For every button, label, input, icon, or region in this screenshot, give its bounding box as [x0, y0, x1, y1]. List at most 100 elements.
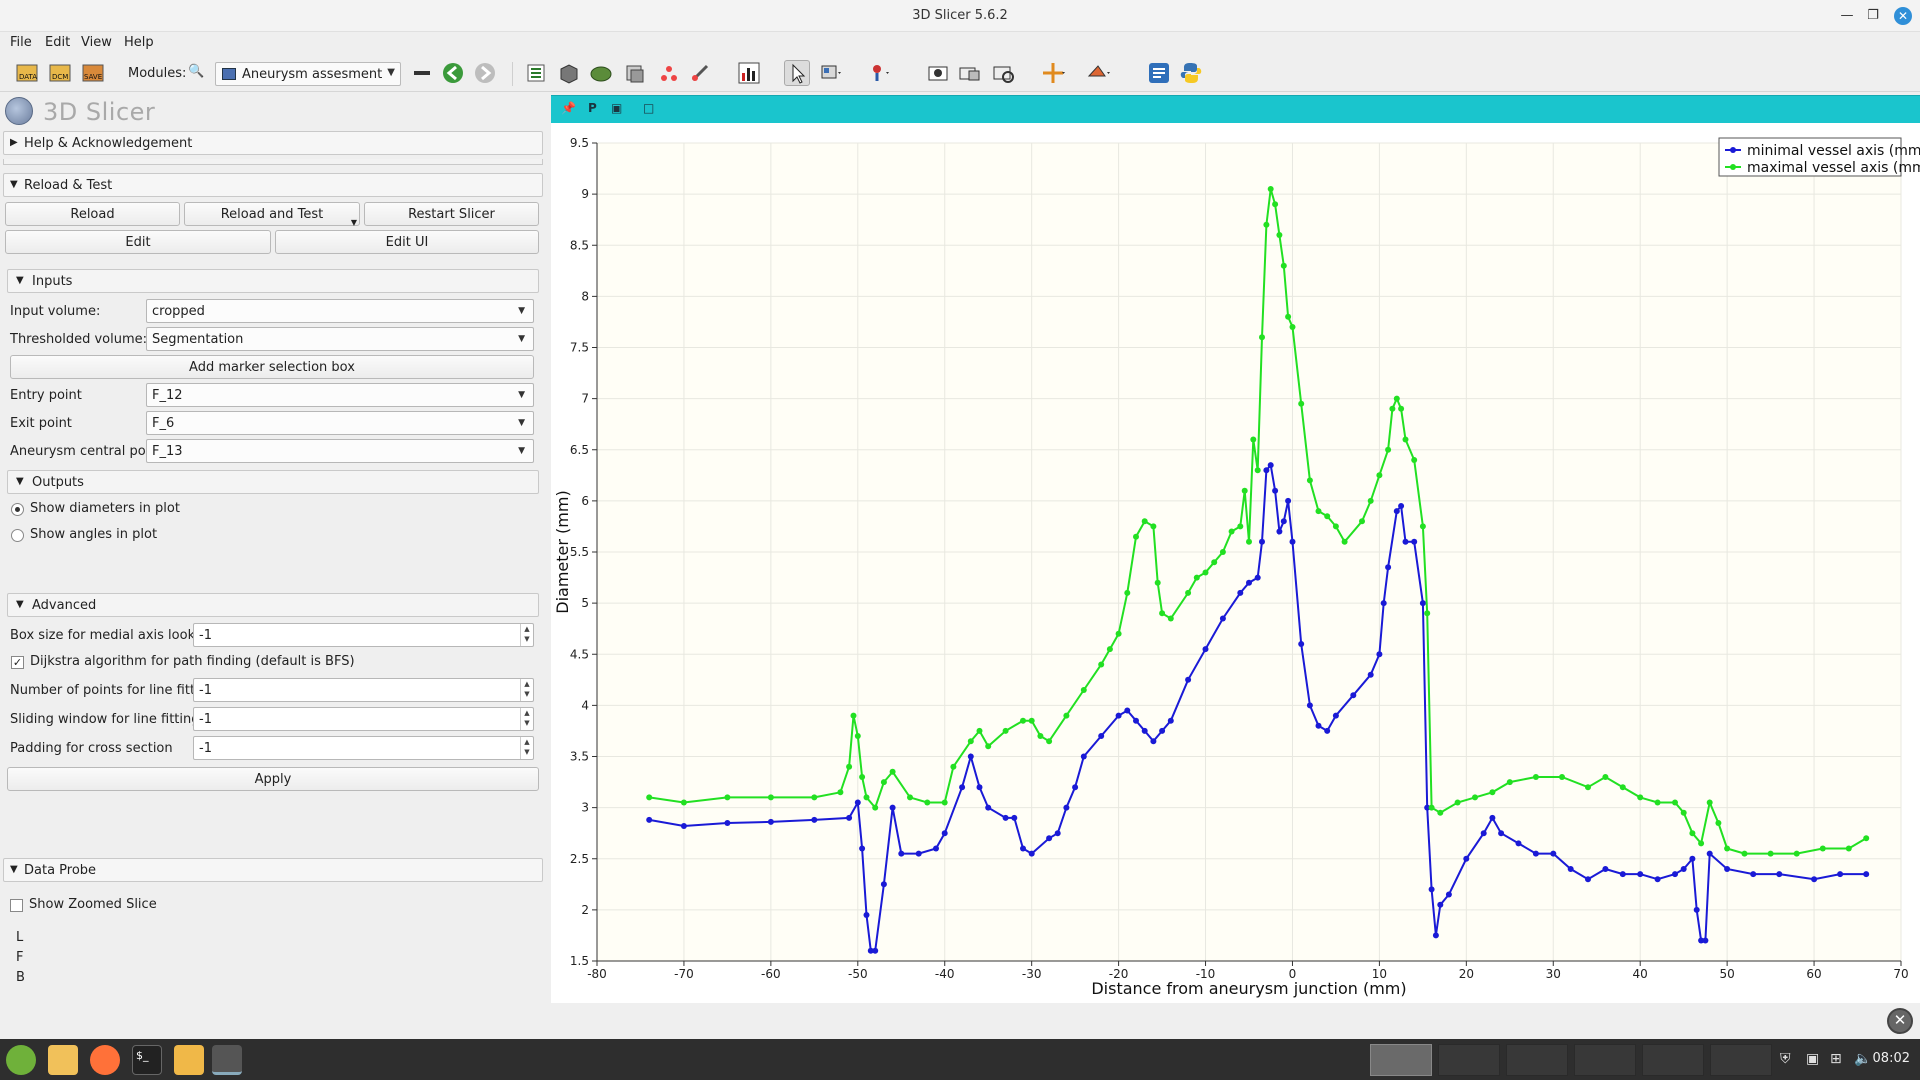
data-probe-header[interactable]: ▼ Data Probe — [3, 858, 543, 882]
extensions-icon[interactable] — [991, 60, 1017, 86]
taskbar-window-2[interactable] — [1438, 1044, 1500, 1076]
scene-view-icon[interactable] — [957, 60, 983, 86]
add-marker-button[interactable]: Add marker selection box — [10, 355, 534, 379]
thresholded-volume-select[interactable]: Segmentation ▼ — [146, 327, 534, 351]
back-icon[interactable] — [440, 60, 466, 86]
series-point-0 — [1550, 850, 1557, 857]
exit-point-select[interactable]: F_6 ▼ — [146, 411, 534, 435]
series-point-0 — [1398, 503, 1405, 509]
close-plot-icon[interactable]: ✕ — [1887, 1008, 1913, 1034]
volume-icon[interactable]: 🔈 — [1854, 1051, 1871, 1067]
series-point-0 — [1776, 871, 1783, 878]
crosshair-icon[interactable] — [1040, 60, 1066, 86]
models-icon[interactable] — [588, 60, 614, 86]
taskbar-window-3[interactable] — [1506, 1044, 1568, 1076]
file-manager-icon[interactable] — [48, 1045, 78, 1075]
padding-spinbox[interactable]: -1 ▲ ▼ — [193, 736, 534, 760]
spin-arrows-icon[interactable]: ▲ ▼ — [520, 737, 533, 759]
crosshair-place-icon[interactable] — [866, 60, 892, 86]
restart-slicer-button[interactable]: Restart Slicer — [364, 202, 539, 226]
x-tick-label: 30 — [1546, 967, 1561, 981]
folder-icon[interactable] — [174, 1045, 204, 1075]
y-tick-label: 2.5 — [570, 852, 589, 866]
series-point-1 — [1393, 395, 1400, 402]
taskbar-window-6[interactable] — [1710, 1044, 1772, 1076]
save-icon[interactable]: SAVE — [80, 60, 106, 86]
menu-view[interactable]: View — [81, 35, 112, 50]
python-console-icon[interactable] — [1178, 60, 1204, 86]
advanced-section-header[interactable]: ▼ Advanced — [7, 593, 539, 617]
reload-button[interactable]: Reload — [5, 202, 180, 226]
edit-ui-button[interactable]: Edit UI — [275, 230, 539, 254]
plot-icon[interactable] — [736, 60, 762, 86]
inputs-section-header[interactable]: ▼ Inputs — [7, 269, 539, 293]
show-diameters-radio[interactable] — [11, 503, 24, 516]
module-search-icon[interactable]: 🔍 — [188, 64, 204, 79]
help-section-header[interactable]: ▶ Help & Acknowledgement — [3, 131, 543, 155]
pin-icon[interactable]: 📌 — [561, 101, 576, 115]
x-tick-label: -30 — [1022, 967, 1042, 981]
reload-section-label: Reload & Test — [24, 178, 113, 193]
menu-file[interactable]: File — [10, 35, 32, 50]
forward-icon[interactable] — [472, 60, 498, 86]
x-tick-label: 60 — [1806, 967, 1821, 981]
segment-editor-icon[interactable] — [688, 60, 714, 86]
clock[interactable]: 08:02 — [1873, 1051, 1910, 1066]
menu-edit[interactable]: Edit — [45, 35, 70, 50]
module-selector[interactable]: Aneurysm assesment ▼ — [215, 62, 401, 86]
show-zoomed-slice-checkbox[interactable] — [10, 899, 23, 912]
plot-view-label: P — [588, 101, 597, 115]
minimize-icon[interactable]: — — [1838, 7, 1856, 25]
spin-arrows-icon[interactable]: ▲ ▼ — [520, 624, 533, 646]
terminal-icon[interactable]: $_ — [132, 1045, 162, 1075]
taskbar-window-slicer[interactable] — [1370, 1044, 1432, 1076]
series-point-1 — [1267, 186, 1274, 192]
show-angles-radio[interactable] — [11, 529, 24, 542]
y-tick-label: 1.5 — [570, 954, 589, 968]
edit-button[interactable]: Edit — [5, 230, 271, 254]
points-spinbox[interactable]: -1 ▲ ▼ — [193, 678, 534, 702]
screenshot-icon[interactable] — [925, 60, 951, 86]
transforms-icon[interactable] — [622, 60, 648, 86]
dijkstra-checkbox[interactable]: ✓ — [11, 656, 24, 669]
shield-icon[interactable]: ⛨ — [1780, 1051, 1791, 1067]
reload-and-test-button[interactable]: Reload and Test ▼ — [184, 202, 360, 227]
box-size-spinbox[interactable]: -1 ▲ ▼ — [193, 623, 534, 647]
markups-icon[interactable] — [656, 60, 682, 86]
menu-help[interactable]: Help — [124, 35, 154, 50]
input-volume-select[interactable]: cropped ▼ — [146, 299, 534, 323]
series-point-0 — [1054, 830, 1061, 837]
pointer-mode-icon[interactable] — [784, 60, 810, 86]
series-point-0 — [1654, 876, 1661, 883]
layout-icon[interactable] — [818, 60, 844, 86]
outputs-section-header[interactable]: ▼ Outputs — [7, 470, 539, 494]
settings-app-icon[interactable] — [212, 1045, 242, 1075]
legend-swatch-point — [1730, 147, 1736, 153]
extension-manager-icon[interactable] — [1146, 60, 1172, 86]
entry-point-select[interactable]: F_12 ▼ — [146, 383, 534, 407]
module-list-icon[interactable] — [410, 60, 436, 86]
series-point-0 — [1046, 835, 1053, 842]
taskbar-window-5[interactable] — [1642, 1044, 1704, 1076]
firefox-icon[interactable] — [90, 1045, 120, 1075]
plot-area[interactable]: -80 -70 -60 -50 -40 -30 -20 -10 0 10 20 30 40 50 60 70 1… — [551, 123, 1920, 1003]
taskbar-window-4[interactable] — [1574, 1044, 1636, 1076]
spin-arrows-icon[interactable]: ▲ ▼ — [520, 679, 533, 701]
central-point-select[interactable]: F_13 ▼ — [146, 439, 534, 463]
data-module-icon[interactable] — [523, 60, 549, 86]
maximize-icon[interactable]: ❐ — [1864, 7, 1882, 25]
mint-menu-icon[interactable] — [6, 1045, 36, 1075]
network-icon[interactable]: ⊞ — [1830, 1051, 1842, 1067]
link-icon[interactable]: ▣ — [611, 101, 622, 115]
apply-button[interactable]: Apply — [7, 767, 539, 791]
close-window-icon[interactable]: ✕ — [1894, 7, 1912, 25]
spin-arrows-icon[interactable]: ▲ ▼ — [520, 708, 533, 730]
volumes-icon[interactable] — [556, 60, 582, 86]
load-data-icon[interactable]: DATA — [14, 60, 40, 86]
clipboard-icon[interactable]: ▣ — [1806, 1051, 1819, 1067]
load-dicom-icon[interactable]: DCM — [47, 60, 73, 86]
slice-intersection-icon[interactable] — [1085, 60, 1111, 86]
sliding-window-spinbox[interactable]: -1 ▲ ▼ — [193, 707, 534, 731]
maximize-view-icon[interactable]: □ — [643, 101, 654, 115]
reload-section-header[interactable]: ▼ Reload & Test — [3, 173, 543, 197]
